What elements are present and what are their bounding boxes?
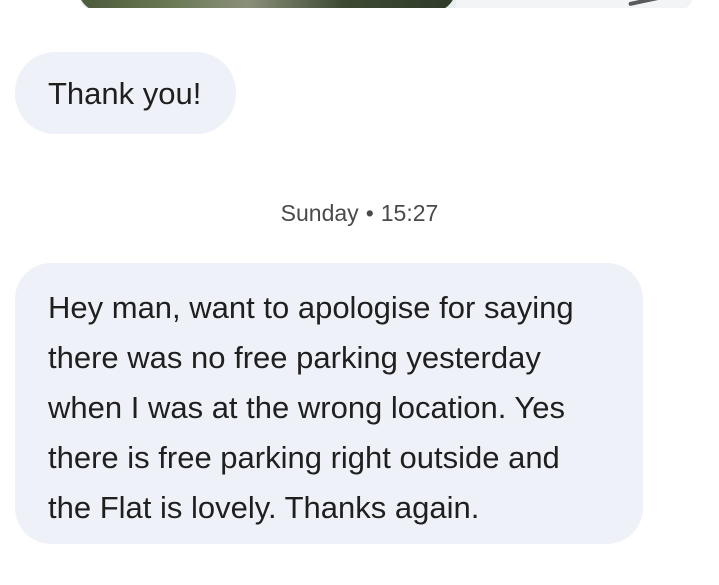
timestamp-day: Sunday — [280, 200, 359, 226]
timestamp-separator: • — [365, 200, 374, 226]
message-bubble-incoming[interactable]: Thank you! — [15, 52, 236, 134]
message-bubble-incoming[interactable]: Hey man, want to apologise for saying th… — [15, 263, 643, 544]
message-text: Hey man, want to apologise for saying th… — [48, 290, 574, 525]
date-timestamp: Sunday • 15:27 — [0, 197, 719, 229]
timestamp-time: 15:27 — [380, 200, 439, 226]
conversation-view: Thank you! Sunday • 15:27 Hey man, want to… — [0, 0, 719, 585]
message-text: Thank you! — [48, 76, 202, 111]
message-list-edge — [0, 8, 719, 48]
